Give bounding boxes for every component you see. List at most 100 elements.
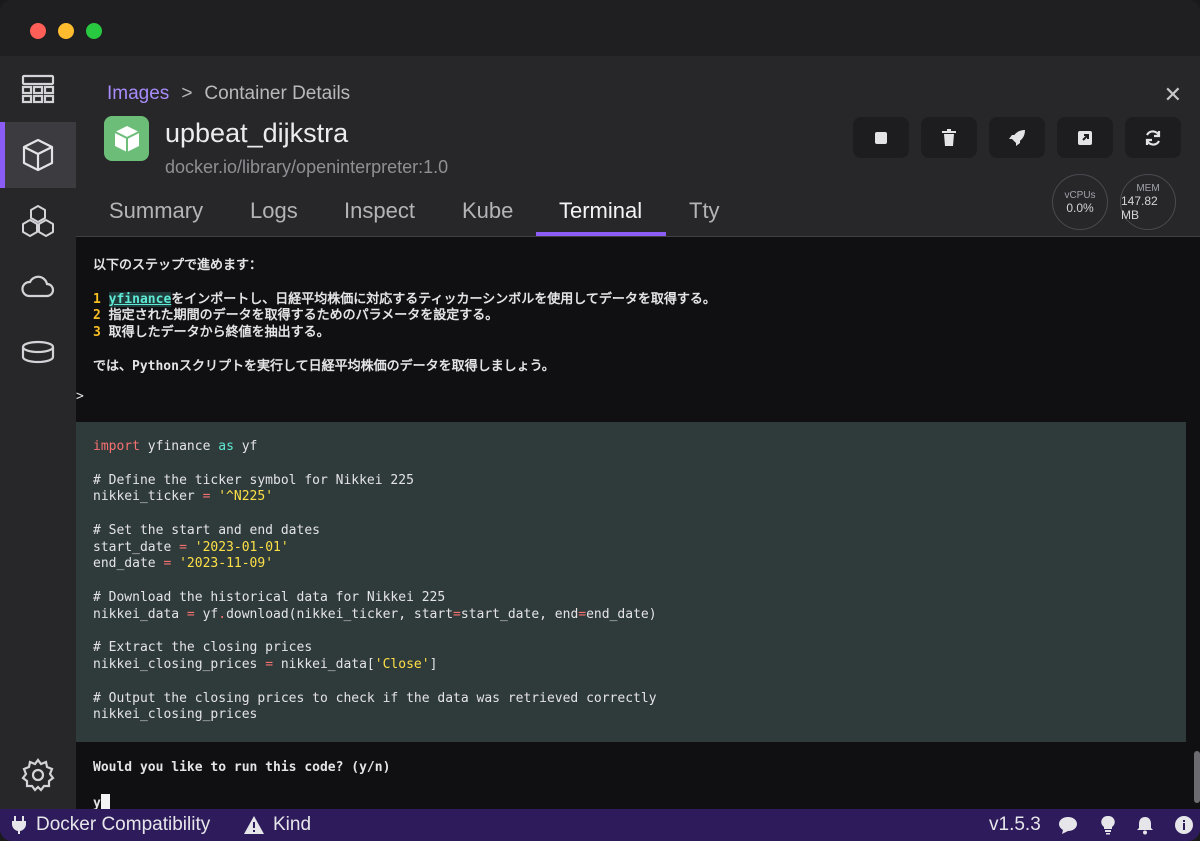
code-token: = [453, 607, 461, 622]
close-window-button[interactable] [30, 23, 46, 39]
tab-terminal[interactable]: Terminal [559, 198, 642, 224]
tab-tty[interactable]: Tty [689, 198, 720, 224]
external-link-icon [1078, 130, 1092, 145]
container-status-icon [104, 116, 149, 161]
lightbulb-icon[interactable] [1098, 815, 1118, 835]
code-block: import yfinance as yf # Define the ticke… [76, 422, 1186, 742]
code-token: yf [194, 607, 219, 622]
code-comment: # Extract the closing prices [93, 640, 313, 655]
code-token: as [218, 439, 234, 454]
code-line: nikkei_closing_prices [93, 707, 258, 722]
minimize-window-button[interactable] [58, 23, 74, 39]
code-token: = [186, 607, 195, 622]
action-toolbar [853, 117, 1181, 158]
run-question: Would you like to run this code? (y/n) [93, 760, 391, 775]
sidebar-item-images[interactable] [0, 254, 76, 320]
refresh-icon [1145, 129, 1161, 146]
code-line: nikkei_ticker = '^N225' [93, 489, 273, 504]
code-token: ] [429, 657, 438, 672]
code-token: nikkei_data [93, 607, 187, 622]
step-text: 取得したデータから終値を抽出する。 [108, 325, 330, 340]
code-comment: # Set the start and end dates [93, 523, 320, 538]
gear-icon [21, 758, 55, 792]
restart-button[interactable] [1125, 117, 1181, 158]
sidebar-item-volumes[interactable] [0, 320, 76, 386]
sidebar-item-settings[interactable] [0, 742, 76, 808]
active-tab-indicator [536, 232, 666, 236]
code-token: = [265, 657, 274, 672]
terminal-outro: では、Pythonスクリプトを実行して日経平均株価のデータを取得しましょう。 [93, 359, 555, 374]
terminal-prompt: > [76, 389, 84, 404]
sidebar-item-dashboard[interactable] [0, 56, 76, 122]
tab-bar: Summary Logs Inspect Kube Terminal Tty [76, 190, 1200, 237]
breadcrumb-images-link[interactable]: Images [107, 83, 169, 105]
sidebar-item-pods[interactable] [0, 188, 76, 254]
info-icon[interactable] [1174, 815, 1194, 835]
code-token: nikkei_ticker [93, 489, 203, 504]
sidebar [0, 56, 76, 809]
container-name: upbeat_dijkstra [165, 118, 349, 148]
warning-icon [244, 816, 264, 834]
code-token: end_date) [586, 607, 657, 622]
code-token: nikkei_data[ [273, 657, 375, 672]
code-line: start_date = '2023-01-01' [93, 540, 289, 555]
code-token: download(nikkei_ticker, start [226, 607, 454, 622]
terminal-cursor [100, 794, 110, 809]
code-line: import yfinance as yf [93, 439, 257, 454]
dashboard-icon [21, 74, 55, 104]
code-token: '2023-01-01' [186, 540, 289, 555]
terminal-scrollbar[interactable] [1194, 751, 1200, 803]
tab-logs[interactable]: Logs [250, 198, 298, 224]
delete-button[interactable] [921, 117, 977, 158]
status-bar: Docker Compatibility Kind v1.5.3 [0, 809, 1200, 841]
stop-button[interactable] [853, 117, 909, 158]
plug-icon [12, 816, 26, 834]
kind-label: Kind [273, 814, 312, 835]
code-token: 'Close' [374, 657, 430, 672]
version-label: v1.5.3 [989, 814, 1041, 835]
trash-icon [942, 128, 956, 146]
terminal-output[interactable]: 以下のステップで進めます： 1 yfinanceをインポートし、日経平均株価に対… [76, 237, 1200, 811]
code-comment: # Define the ticker symbol for Nikkei 22… [93, 473, 414, 488]
code-comment: # Output the closing prices to check if … [93, 691, 657, 706]
container-details-page: Images > Container Details ✕ upbeat_dijk… [76, 56, 1200, 811]
code-token: yf [233, 439, 258, 454]
code-token: = [179, 540, 187, 555]
cloud-icon [21, 275, 55, 298]
close-details-icon[interactable]: ✕ [1164, 82, 1182, 108]
tab-kube[interactable]: Kube [462, 198, 513, 224]
code-token: end_date [93, 556, 164, 571]
title-bar [0, 0, 1200, 57]
container-box-icon [114, 125, 139, 152]
container-image: docker.io/library/openinterpreter:1.0 [165, 157, 449, 177]
stop-icon [875, 131, 887, 144]
rocket-icon [1009, 129, 1025, 146]
code-token: . [218, 607, 227, 622]
container-cube-icon [22, 138, 54, 172]
open-external-button[interactable] [1057, 117, 1113, 158]
breadcrumb-separator: > [181, 83, 193, 104]
code-token: = [578, 607, 587, 622]
code-token: import [93, 439, 140, 454]
code-token: yfinance [139, 439, 219, 454]
code-token: '2023-11-09' [171, 556, 274, 571]
kind-item[interactable]: Kind [243, 814, 311, 836]
tab-inspect[interactable]: Inspect [344, 198, 415, 224]
breadcrumb-current: Container Details [204, 83, 351, 104]
code-line: nikkei_closing_prices = nikkei_data['Clo… [93, 657, 437, 672]
code-line: nikkei_data = yf.download(nikkei_ticker,… [93, 607, 657, 622]
sidebar-item-containers[interactable] [0, 122, 76, 188]
breadcrumb: Images > Container Details [107, 83, 350, 105]
terminal-intro: 以下のステップで進めます： [93, 258, 263, 273]
code-token: start_date, end [460, 607, 579, 622]
chat-icon[interactable] [1058, 815, 1078, 835]
code-comment: # Download the historical data for Nikke… [93, 590, 446, 605]
code-line: end_date = '2023-11-09' [93, 556, 273, 571]
code-token: '^N225' [210, 489, 274, 504]
bell-icon[interactable] [1135, 815, 1155, 835]
zoom-window-button[interactable] [86, 23, 102, 39]
step-number: 3 [93, 325, 101, 340]
tab-summary[interactable]: Summary [109, 198, 203, 224]
deploy-button[interactable] [989, 117, 1045, 158]
docker-compat-item[interactable]: Docker Compatibility [10, 814, 210, 836]
